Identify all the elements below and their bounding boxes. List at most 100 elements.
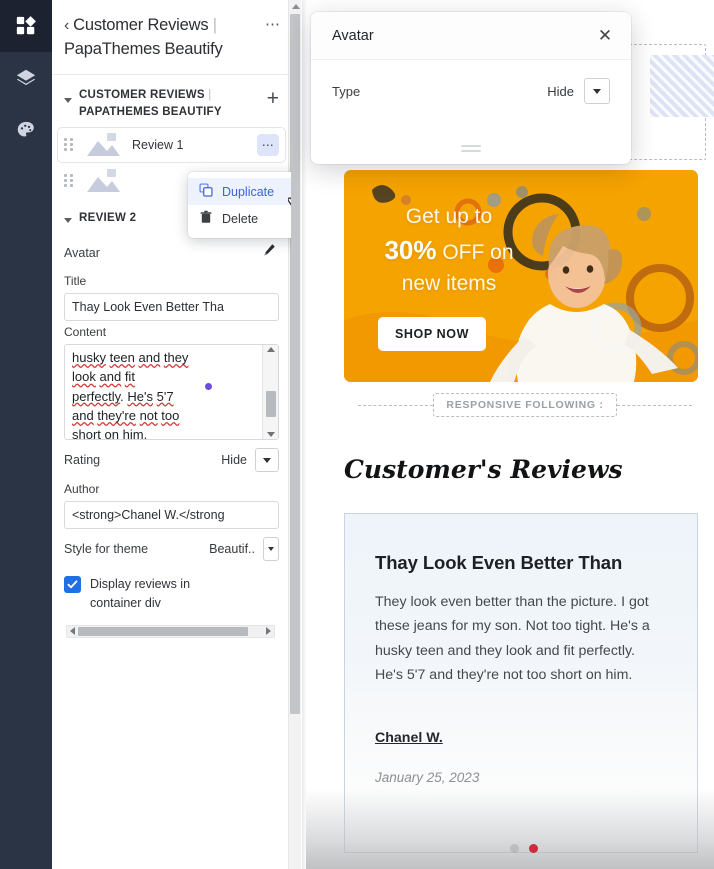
hscrollbar-thumb[interactable] [78, 626, 248, 636]
style-for-theme-label: Style for theme [64, 542, 149, 557]
modal-resize-handle[interactable] [461, 145, 481, 155]
avatar-row: Avatar [64, 234, 279, 270]
duplicate-icon [199, 183, 213, 200]
scroll-up-arrow-icon[interactable] [266, 347, 275, 353]
page-title-part2: PapaThemes Beautify [64, 39, 223, 58]
sidebar-horizontal-scrollbar[interactable] [66, 624, 275, 638]
review-card-body: They look even better than the picture. … [375, 594, 650, 683]
textarea-scrollbar[interactable] [262, 345, 278, 440]
hero-line2: OFF on [436, 240, 514, 264]
responsive-divider: RESPONSIVE FOLLOWING : [358, 392, 692, 418]
image-thumbnail-icon [84, 132, 122, 158]
drag-handle-icon[interactable] [64, 138, 76, 152]
list-item-menu-icon[interactable]: ⋯ [257, 134, 279, 157]
page-title-part1: Customer Reviews [73, 16, 209, 34]
scroll-down-arrow-icon[interactable] [266, 432, 275, 438]
rating-select-value: Hide [221, 453, 247, 468]
avatar-modal: Avatar ✕ Type Hide [311, 12, 631, 164]
avatar-type-label: Type [332, 83, 361, 99]
content-field-label: Content [64, 325, 107, 340]
carousel-dot-active[interactable] [529, 844, 538, 853]
carousel-dot-inactive[interactable] [510, 844, 519, 853]
avatar-modal-body: Type Hide [311, 60, 631, 104]
drag-handle-icon[interactable] [64, 174, 76, 188]
scroll-left-arrow-icon[interactable] [70, 627, 75, 636]
hero-percent: 30% [384, 234, 437, 265]
palette-icon [15, 119, 37, 141]
avatar-label: Avatar [64, 246, 100, 261]
scroll-up-arrow-icon[interactable] [292, 4, 300, 9]
chevron-down-icon [593, 88, 601, 94]
review-settings-panel: REVIEW 2 ‹ › Avatar Title Thay Look Even… [52, 200, 291, 638]
left-icon-rail [0, 0, 52, 869]
trash-icon [199, 210, 213, 227]
divider-line-left [358, 404, 434, 406]
content-textarea-text: husky teen and they look and fit perfect… [72, 350, 189, 441]
context-menu-item-delete[interactable]: Delete [188, 205, 291, 232]
display-container-checkbox-row[interactable]: Display reviews in container div [64, 567, 279, 613]
review-card-author[interactable]: Chanel W. [375, 730, 443, 746]
avatar-modal-header: Avatar ✕ [311, 12, 631, 60]
rating-select-wrap: Hide [221, 448, 279, 473]
image-thumbnail-icon [84, 168, 122, 194]
image-placeholder-block [650, 55, 714, 117]
author-input[interactable]: <strong>Chanel W.</strong [64, 501, 279, 530]
avatar-type-select[interactable] [584, 78, 610, 104]
add-review-button[interactable]: + [267, 88, 279, 109]
chevron-down-icon [263, 457, 271, 463]
close-icon[interactable]: ✕ [595, 27, 615, 44]
sidebar-vertical-scrollbar[interactable] [288, 0, 301, 869]
divider-line-right [616, 404, 692, 406]
vscrollbar-thumb[interactable] [290, 14, 300, 714]
display-container-checkbox[interactable] [64, 576, 81, 594]
panel-collapse-caret-icon [64, 218, 72, 224]
scrollbar-thumb[interactable] [266, 391, 276, 418]
rating-label: Rating [64, 453, 101, 468]
content-field-group: Content husky teen and they look and fit… [64, 325, 279, 441]
back-chevron-icon[interactable]: ‹ [64, 17, 69, 34]
edit-brush-icon[interactable] [260, 242, 279, 264]
section-label-separator: | [204, 88, 212, 101]
title-input[interactable]: Thay Look Even Better Tha [64, 293, 279, 322]
title-field-label: Title [64, 274, 87, 289]
scroll-right-arrow-icon[interactable] [266, 627, 271, 636]
hero-banner[interactable]: Get up to 30% OFF on new items SHOP NOW [344, 170, 698, 382]
layers-icon [15, 67, 37, 89]
avatar-modal-title: Avatar [332, 27, 374, 44]
sidebar-section-label: CUSTOMER REVIEWS | PAPATHEMES BEAUTIFY [79, 87, 222, 120]
rail-item-palette[interactable] [0, 104, 52, 156]
context-menu-item-duplicate[interactable]: Duplicate [188, 178, 291, 205]
list-item-label: Review 1 [132, 138, 184, 153]
sidebar-section-header[interactable]: CUSTOMER REVIEWS | PAPATHEMES BEAUTIFY + [52, 75, 291, 126]
collapse-caret-icon [64, 97, 72, 103]
header-overflow-menu-icon[interactable]: ⋯ [265, 17, 281, 32]
sidebar-header: ‹ Customer Reviews | PapaThemes Beautify … [52, 0, 291, 75]
list-item[interactable]: Review 1 ⋯ [58, 128, 285, 163]
sidebar-panel: ‹ Customer Reviews | PapaThemes Beautify … [52, 0, 292, 869]
page-title: ‹ Customer Reviews | PapaThemes Beautify [64, 14, 277, 62]
context-menu: Duplicate Delete [188, 172, 291, 238]
style-for-theme-row: Style for theme Beautif.. [64, 529, 279, 567]
section-label-line2: PAPATHEMES BEAUTIFY [79, 105, 222, 118]
title-separator: | [208, 16, 217, 34]
review-card-date: January 25, 2023 [375, 770, 480, 785]
rating-select[interactable] [255, 448, 279, 473]
chevron-down-icon [268, 547, 274, 552]
responsive-following-tag: RESPONSIVE FOLLOWING : [433, 393, 617, 417]
rating-row: Rating Hide [64, 440, 279, 478]
hero-line1: Get up to [405, 205, 493, 228]
canvas-left-edge [302, 0, 306, 869]
app-root: ‹ Customer Reviews | PapaThemes Beautify … [0, 0, 714, 869]
style-select[interactable] [263, 537, 279, 562]
content-textarea[interactable]: husky teen and they look and fit perfect… [64, 344, 279, 441]
rail-item-blocks[interactable] [0, 0, 52, 52]
display-container-checkbox-label: Display reviews in container div [90, 577, 191, 610]
section-label-line1: CUSTOMER REVIEWS [79, 88, 205, 101]
hero-line3: new items [401, 271, 497, 295]
review-card[interactable]: Thay Look Even Better Than They look eve… [344, 513, 698, 853]
rail-item-layers[interactable] [0, 52, 52, 104]
hero-headline: Get up to 30% OFF on new items [358, 202, 540, 299]
blocks-icon [15, 15, 37, 37]
title-field-group: Title Thay Look Even Better Tha [64, 274, 279, 322]
shop-now-button[interactable]: SHOP NOW [378, 317, 486, 351]
